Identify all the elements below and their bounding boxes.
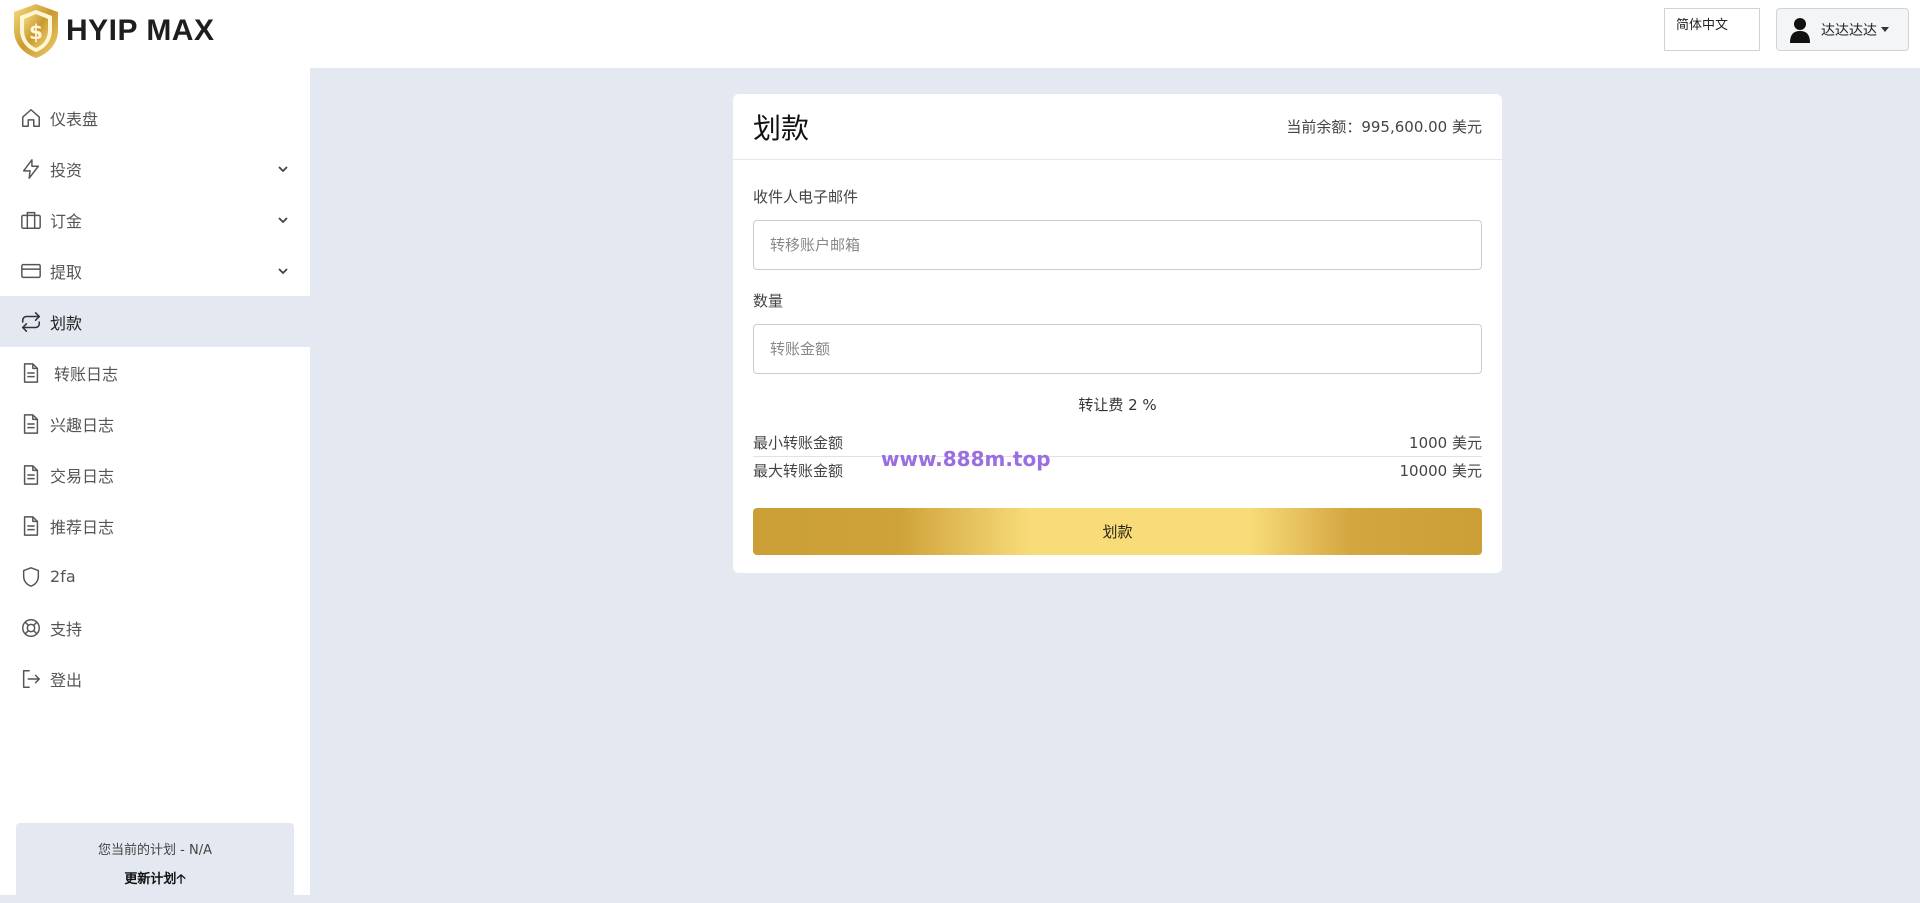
- upgrade-plan-link[interactable]: 更新计划🡡: [16, 868, 294, 892]
- page-title: 划款: [753, 111, 810, 145]
- arrow-up-icon: 🡡: [176, 872, 186, 887]
- sidebar-item-label: 支持: [50, 619, 83, 639]
- sidebar-item-2fa[interactable]: 2fa: [0, 551, 310, 602]
- sidebar-item-label: 登出: [50, 670, 83, 690]
- max-transfer-value: 10000 美元: [1399, 462, 1483, 480]
- top-header: $ HYIP MAX 简体中文 达达达达: [0, 0, 1920, 68]
- max-transfer-label: 最大转账金额: [753, 462, 844, 480]
- credit-card-icon: [21, 263, 41, 278]
- sidebar-item-support[interactable]: 支持: [0, 602, 310, 653]
- document-icon: [23, 362, 39, 383]
- briefcase-icon: [21, 211, 41, 229]
- amount-input[interactable]: [753, 324, 1482, 374]
- sidebar-item-withdraw[interactable]: 提取: [0, 245, 310, 296]
- sidebar-item-transfer-log[interactable]: 转账日志: [0, 347, 310, 398]
- sidebar-item-deposit[interactable]: 订金: [0, 194, 310, 245]
- min-transfer-label: 最小转账金额: [753, 434, 844, 452]
- sidebar-item-transaction-log[interactable]: 交易日志: [0, 449, 310, 500]
- card-body: 收件人电子邮件 数量 转让费 2 % 最小转账金额 1000 美元 最大转账金额…: [733, 186, 1502, 555]
- sidebar-item-transfer[interactable]: 划款: [0, 296, 310, 347]
- shield-dollar-logo-icon: $: [14, 4, 58, 58]
- transfer-limits: 最小转账金额 1000 美元 最大转账金额 10000 美元: [753, 429, 1482, 485]
- sidebar-item-label: 交易日志: [50, 466, 115, 486]
- brand[interactable]: $ HYIP MAX: [10, 2, 214, 60]
- sidebar-item-interest-log[interactable]: 兴趣日志: [0, 398, 310, 449]
- sidebar-item-label: 提取: [50, 262, 83, 282]
- sidebar-item-label: 2fa: [50, 567, 76, 586]
- user-name: 达达达达: [1821, 22, 1877, 39]
- max-transfer-row: 最大转账金额 10000 美元: [753, 457, 1482, 485]
- sidebar-item-label: 划款: [50, 313, 83, 333]
- current-balance: 当前余额：995,600.00 美元: [1286, 118, 1482, 136]
- sidebar: 仪表盘 投资 订金 提取 划款 转账日志 兴趣日志 交易日志 推荐日志 2fa: [0, 68, 310, 903]
- sidebar-item-label: 推荐日志: [50, 517, 115, 537]
- min-transfer-row: 最小转账金额 1000 美元: [753, 429, 1482, 457]
- user-avatar-icon: [1790, 17, 1810, 43]
- current-plan-box: 您当前的计划 - N/A 更新计划🡡: [16, 823, 294, 903]
- current-plan-text: 您当前的计划 - N/A: [98, 843, 212, 858]
- lightning-icon: [22, 158, 40, 179]
- sidebar-item-invest[interactable]: 投资: [0, 143, 310, 194]
- sidebar-item-logout[interactable]: 登出: [0, 653, 310, 704]
- sidebar-item-label: 转账日志: [54, 364, 119, 384]
- upgrade-plan-label: 更新计划: [124, 872, 177, 887]
- document-icon: [23, 515, 39, 536]
- lifebuoy-icon: [22, 618, 40, 637]
- transfer-icon: [21, 311, 41, 332]
- transfer-fee: 转让费 2 %: [1078, 396, 1157, 414]
- transfer-card: 划款 当前余额：995,600.00 美元 收件人电子邮件 数量 转让费 2 %…: [733, 94, 1502, 573]
- sidebar-item-label: 仪表盘: [50, 109, 99, 129]
- home-icon: [22, 108, 40, 127]
- recipient-email-input[interactable]: [753, 220, 1482, 270]
- svg-text:$: $: [29, 20, 43, 44]
- shield-icon: [22, 566, 40, 587]
- chevron-down-icon: [278, 165, 288, 172]
- caret-down-icon: [1881, 27, 1889, 32]
- document-icon: [23, 413, 39, 434]
- card-header: 划款 当前余额：995,600.00 美元: [733, 94, 1502, 160]
- min-transfer-value: 1000 美元: [1409, 434, 1482, 452]
- document-icon: [23, 464, 39, 485]
- recipient-email-label: 收件人电子邮件: [753, 188, 859, 206]
- amount-label: 数量: [753, 292, 784, 310]
- sidebar-item-referral-log[interactable]: 推荐日志: [0, 500, 310, 551]
- sidebar-item-label: 兴趣日志: [50, 415, 115, 435]
- language-select[interactable]: 简体中文: [1664, 8, 1760, 51]
- sidebar-item-label: 订金: [50, 211, 83, 231]
- watermark-text: www.888m.top: [881, 447, 1051, 471]
- chevron-down-icon: [278, 216, 288, 223]
- logout-icon: [22, 669, 40, 688]
- transfer-submit-button[interactable]: 划款: [753, 508, 1482, 555]
- sidebar-item-dashboard[interactable]: 仪表盘: [0, 92, 310, 143]
- user-menu-button[interactable]: 达达达达: [1776, 8, 1909, 51]
- sidebar-item-label: 投资: [50, 160, 83, 180]
- chevron-down-icon: [278, 267, 288, 274]
- brand-name: HYIP MAX: [66, 14, 215, 47]
